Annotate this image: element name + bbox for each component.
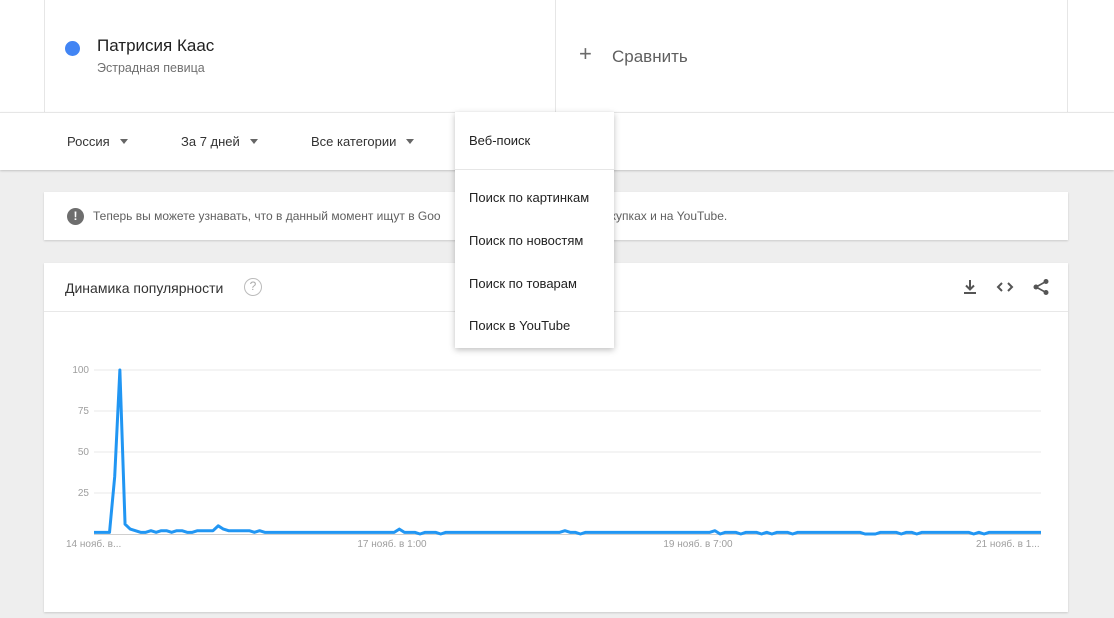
category-filter[interactable]: Все категории — [311, 134, 415, 149]
search-term-card[interactable]: Патрисия Каас Эстрадная певица — [44, 0, 556, 112]
notice-text-left: Теперь вы можете узнавать, что в данный … — [93, 209, 441, 223]
chart-title: Динамика популярности — [65, 280, 224, 296]
download-icon[interactable] — [960, 277, 980, 297]
trend-line-chart: 25 50 75 100 14 нояб. в... 17 нояб. в 1:00 19 … — [66, 365, 1041, 550]
period-filter[interactable]: За 7 дней — [181, 134, 258, 149]
y-tick-label: 75 — [78, 406, 90, 417]
menu-item-shopping-search[interactable]: Поиск по товарам — [469, 276, 577, 291]
x-tick-label: 17 нояб. в 1:00 — [357, 538, 427, 550]
y-tick-label: 50 — [78, 447, 90, 458]
category-filter-label: Все категории — [311, 134, 397, 149]
exclamation-icon: ! — [67, 208, 84, 225]
chevron-down-icon — [249, 139, 258, 145]
chevron-down-icon — [119, 139, 128, 145]
share-icon[interactable] — [1031, 277, 1051, 297]
y-tick-label: 100 — [72, 365, 89, 376]
question-icon[interactable]: ? — [244, 278, 262, 296]
compare-label: Сравнить — [612, 47, 688, 66]
menu-item-news-search[interactable]: Поиск по новостям — [469, 233, 583, 248]
menu-item-youtube-search[interactable]: Поиск в YouTube — [469, 318, 570, 333]
menu-divider — [455, 169, 614, 170]
embed-code-icon[interactable] — [995, 277, 1015, 297]
period-filter-label: За 7 дней — [181, 134, 240, 149]
y-tick-label: 25 — [78, 488, 90, 499]
x-tick-label: 21 нояб. в 1... — [976, 538, 1040, 550]
x-tick-label: 14 нояб. в... — [66, 538, 121, 550]
term-name[interactable]: Патрисия Каас — [97, 36, 214, 56]
term-color-dot — [65, 41, 80, 56]
search-type-menu: Веб-поиск Поиск по картинкам Поиск по но… — [455, 112, 614, 348]
chevron-down-icon — [406, 139, 415, 145]
menu-item-image-search[interactable]: Поиск по картинкам — [469, 190, 589, 205]
term-bar: Патрисия Каас Эстрадная певица + Сравнит… — [0, 0, 1114, 112]
term-subtitle: Эстрадная певица — [97, 61, 205, 75]
compare-button[interactable]: + Сравнить — [556, 0, 1068, 112]
region-filter-label: Россия — [67, 134, 110, 149]
notice-text-right: окупках и на YouTube. — [604, 209, 728, 223]
menu-item-web-search[interactable]: Веб-поиск — [469, 133, 530, 148]
region-filter[interactable]: Россия — [67, 134, 128, 149]
plus-icon: + — [579, 41, 592, 66]
x-tick-label: 19 нояб. в 7:00 — [663, 538, 733, 550]
